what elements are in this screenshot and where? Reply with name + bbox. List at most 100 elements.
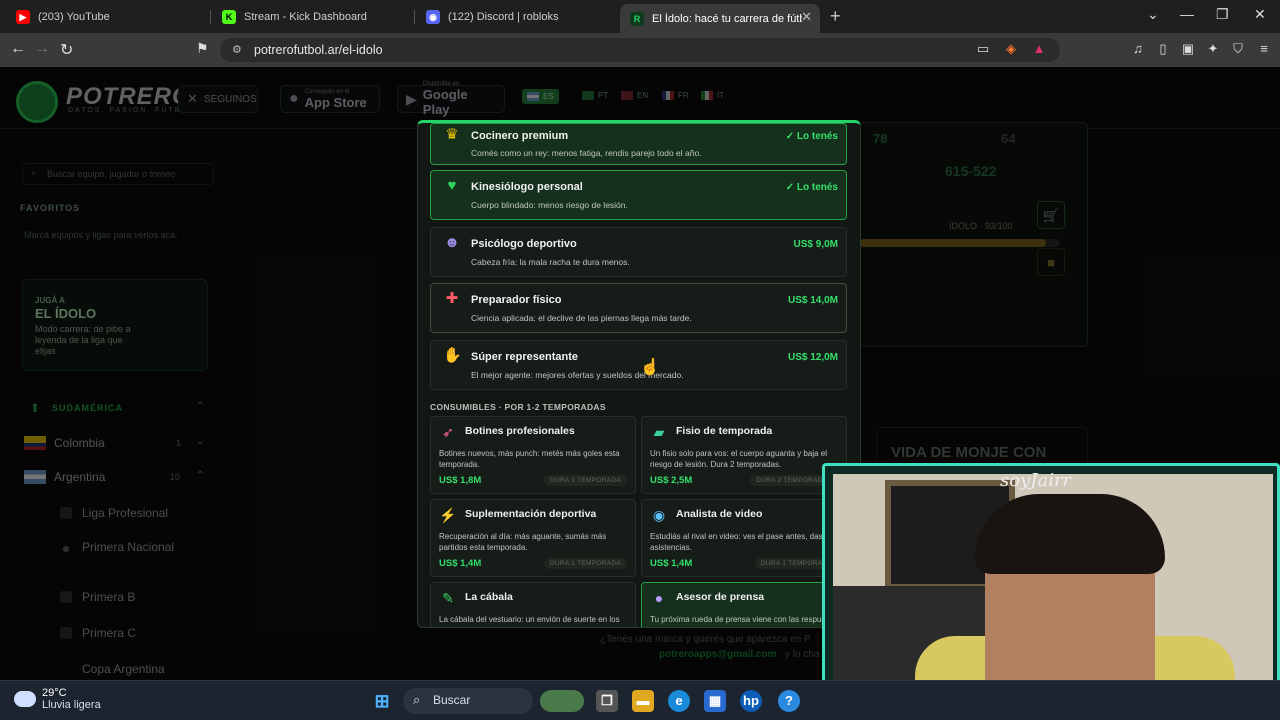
favorites-note: Marcá equipos y ligas para verlos acá. [24,230,178,240]
store-icon[interactable]: ▦ [704,690,726,712]
lang-es[interactable]: ES [522,89,559,104]
consumable-la-cabala[interactable]: ✎ La cábala La cábala del vestuario: un … [430,582,636,627]
new-tab-button[interactable]: + [830,6,841,27]
taskbar-search[interactable]: ⌕ Buscar [403,688,533,714]
search-input[interactable]: ⌕ Buscar equipo, jugador o torneo [22,163,214,185]
follow-x-button[interactable]: ✕ SEGUINOS [178,85,258,113]
stat-value: 78 [873,131,888,146]
chevron-up-icon[interactable]: ⌃ [196,470,204,481]
staff-cocinero-premium[interactable]: ♛ Cocinero premium Comés como un rey: me… [430,123,847,165]
consumable-desc: Botines nuevos, más punch: metés más gol… [439,449,620,469]
staff-name: Kinesiólogo personal [471,181,583,193]
shop-cart-icon[interactable]: 🛒 [1037,201,1065,229]
google-play-button[interactable]: ▶ Disponible en Google Play [397,81,505,117]
tab-search-button[interactable]: ⌄ [1147,6,1159,23]
wallet-icon[interactable]: ▣ [1180,41,1196,57]
bookmark-icon[interactable]: ⚑ [196,40,209,57]
menu-icon[interactable]: ≡ [1256,41,1272,57]
media-icon[interactable]: ♫ [1130,41,1146,57]
close-window-button[interactable]: ✕ [1254,6,1266,23]
argentina-flag-icon [527,92,539,101]
consumable-fisio-de-temporada[interactable]: ▰ Fisio de temporada Un fisio solo para … [641,416,847,494]
boots-icon: ➶ [442,424,454,440]
edge-icon[interactable]: e [668,690,690,712]
tab-youtube[interactable]: ▶ (203) YouTube [6,4,206,30]
back-icon[interactable]: ← [10,40,26,58]
windows-start-icon[interactable]: ⊞ [371,690,393,712]
consumable-desc: Recuperación al día: más aguante, sumás … [439,532,607,552]
brave-shield-icon[interactable]: ◈ [1003,41,1019,57]
clover-icon: ✎ [442,590,454,606]
league-copa-argentina[interactable]: Copa Argentina [82,661,202,677]
search-highlight-icon[interactable] [540,690,584,712]
region-sudamerica[interactable]: SUDAMÉRICA [52,403,123,413]
league-liga-profesional[interactable]: Liga Profesional [82,505,202,521]
handshake-icon: ✋ [443,347,462,364]
staff-super-representante[interactable]: ✋ Súper representante El mejor agente: m… [430,340,847,390]
weather-widget[interactable]: 29°C Lluvia ligera [14,687,101,711]
tab-el-idolo[interactable]: R El Ídolo: hacé tu carrera de fútbo ✕ [620,4,820,33]
staff-shop-modal: ♛ Cocinero premium Comés como un rey: me… [417,120,861,628]
lang-en[interactable]: EN [621,91,648,100]
apple-icon: ● [289,90,299,107]
staff-desc: Cuerpo blindado: menos riesgo de lesión. [471,200,628,210]
staff-preparador-fisico[interactable]: ✚ Preparador físico Ciencia aplicada: el… [430,283,847,333]
forward-icon[interactable]: → [34,40,50,58]
tab-discord[interactable]: ◉ (122) Discord | robloks [416,4,616,30]
minimize-button[interactable]: — [1180,6,1194,22]
consumable-analista-de-video[interactable]: ◉ Analista de video Estudiás al rival en… [641,499,847,577]
staff-name: Súper representante [471,351,578,363]
country-colombia[interactable]: Colombia [24,436,105,450]
follow-label: SEGUINOS [203,93,257,105]
video-icon: ◉ [652,507,666,523]
lang-fr[interactable]: FR [662,91,689,100]
consumable-suplementacion-deportiva[interactable]: ⚡ Suplementación deportiva Recuperación … [430,499,636,577]
chevron-down-icon[interactable]: ⌄ [196,436,204,447]
bag-icon[interactable]: ■ [1037,248,1065,276]
promo-title: EL ÍDOLO [35,306,97,321]
search-placeholder: Buscar equipo, jugador o torneo [47,169,176,179]
lang-pt[interactable]: PT [582,91,608,100]
chevron-up-icon[interactable]: ⌃ [196,401,204,412]
cast-icon[interactable]: ▭ [975,41,991,57]
consumable-botines-profesionales[interactable]: ➶ Botines profesionales Botines nuevos, … [430,416,636,494]
sidebar-icon[interactable]: ▯ [1155,41,1171,57]
tab-kick[interactable]: K Stream - Kick Dashboard [212,4,412,30]
maximize-button[interactable]: ❐ [1216,6,1229,23]
consumable-name: Suplementación deportiva [465,508,597,520]
country-name: Argentina [54,470,106,484]
help-icon[interactable]: ? [778,690,800,712]
streamer-name: soyJairr [1000,470,1072,491]
close-tab-icon[interactable]: ✕ [801,9,812,25]
address-bar[interactable]: ⚙ potrerofutbol.ar/el-idolo [220,38,1060,62]
task-view-icon[interactable]: ❐ [596,690,618,712]
ai-icon[interactable]: ✦ [1205,41,1221,57]
idol-progress-bar [860,239,1060,247]
vpn-icon[interactable]: ⛉ [1230,41,1246,57]
league-primera-nacional[interactable]: Primera Nacional [82,539,202,555]
lang-it[interactable]: IT [701,91,724,100]
promo-kicker: JUGÁ A [35,296,65,305]
stat-value: 64 [1001,131,1016,146]
hp-icon[interactable]: hp [740,690,762,712]
consumable-name: Fisio de temporada [676,425,773,437]
country-argentina[interactable]: Argentina [24,470,105,484]
site-info-icon[interactable]: ⚙ [232,43,242,56]
consumable-name: La cábala [465,591,513,603]
league-primera-c[interactable]: Primera C [82,625,202,641]
staff-kinesiologo-personal[interactable]: ♥ Kinesiólogo personal Cuerpo blindado: … [430,170,847,220]
staff-price: US$ 14,0M [787,295,838,306]
reload-icon[interactable]: ↻ [60,40,73,60]
potrero-logo-icon[interactable] [16,81,58,123]
el-idolo-promo-card[interactable]: JUGÁ A EL ÍDOLO Modo carrera: de pibe a … [22,279,208,371]
mouse-cursor-icon: ☝ [640,359,660,376]
brave-rewards-icon[interactable]: ▲ [1031,41,1047,57]
app-store-button[interactable]: ● Conseguilo en el App Store [280,85,380,113]
consumable-name: Botines profesionales [465,425,575,437]
file-explorer-icon[interactable]: ▬ [632,690,654,712]
owned-badge: ✓ Lo tenés [785,131,838,142]
footer-email-link[interactable]: potreroapps@gmail.com [659,649,777,660]
consumable-asesor-de-prensa[interactable]: ● Asesor de prensa Tu próxima rueda de p… [641,582,847,627]
staff-psicologo-deportivo[interactable]: ☻ Psicólogo deportivo Cabeza fría: la ma… [430,227,847,277]
league-primera-b[interactable]: Primera B [82,589,202,605]
